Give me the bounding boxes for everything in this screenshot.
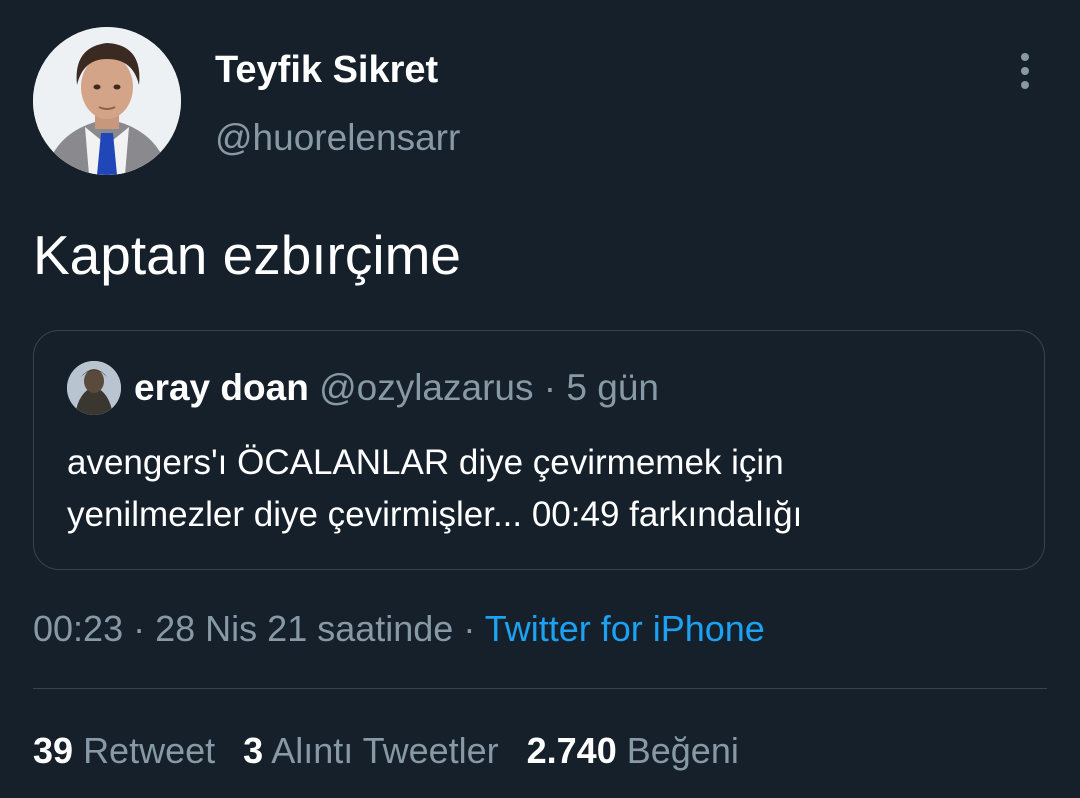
tweet-metadata: 00:23 · 28 Nis 21 saatinde · Twitter for…	[33, 604, 765, 654]
likes-stat[interactable]: 2.740 Beğeni	[527, 730, 739, 771]
tweet-source-link[interactable]: Twitter for iPhone	[485, 608, 765, 649]
retweets-count: 39	[33, 730, 74, 771]
author-avatar[interactable]	[33, 27, 181, 175]
author-avatar-image	[33, 27, 181, 175]
quotes-stat[interactable]: 3 Alıntı Tweetler	[243, 730, 499, 771]
quoted-tweet-text-line: yenilmezler diye çevirmişler... 00:49 fa…	[67, 495, 803, 534]
quotes-count: 3	[243, 730, 264, 771]
more-options-button[interactable]	[1003, 46, 1047, 96]
engagement-stats: 39 Retweet 3 Alıntı Tweetler 2.740 Beğeni	[33, 726, 739, 776]
quotes-label: Alıntı Tweetler	[271, 730, 499, 771]
retweets-stat[interactable]: 39 Retweet	[33, 730, 215, 771]
quoted-author-avatar-image	[67, 361, 121, 415]
quoted-tweet-header: eray doan @ozylazarus · 5 gün	[134, 365, 659, 411]
author-handle[interactable]: @huorelensarr	[215, 115, 460, 161]
quoted-author-avatar[interactable]	[67, 361, 121, 415]
tweet-time: 00:23	[33, 608, 124, 649]
quoted-meta-separator: ·	[543, 367, 557, 408]
divider	[33, 688, 1047, 689]
meta-separator: ·	[463, 608, 476, 649]
likes-count: 2.740	[526, 730, 617, 771]
tweet-text: Kaptan ezbırçime	[33, 224, 461, 286]
quoted-tweet-card[interactable]: eray doan @ozylazarus · 5 gün avengers'ı…	[33, 330, 1045, 570]
meta-separator: ·	[133, 608, 146, 649]
quoted-tweet-text-line: avengers'ı ÖCALANLAR diye çevirmemek içi…	[67, 443, 784, 482]
quoted-tweet-text: avengers'ı ÖCALANLAR diye çevirmemek içi…	[67, 437, 802, 541]
author-display-name[interactable]: Teyfik Sikret	[215, 47, 438, 93]
likes-label: Beğeni	[626, 730, 739, 771]
quoted-tweet-age: 5 gün	[566, 367, 659, 408]
quoted-author-name[interactable]: eray doan	[134, 367, 309, 408]
retweets-label: Retweet	[83, 730, 216, 771]
tweet-date: 28 Nis 21 saatinde	[155, 608, 454, 649]
more-vertical-icon	[1021, 53, 1029, 89]
quoted-author-handle[interactable]: @ozylazarus	[319, 367, 533, 408]
